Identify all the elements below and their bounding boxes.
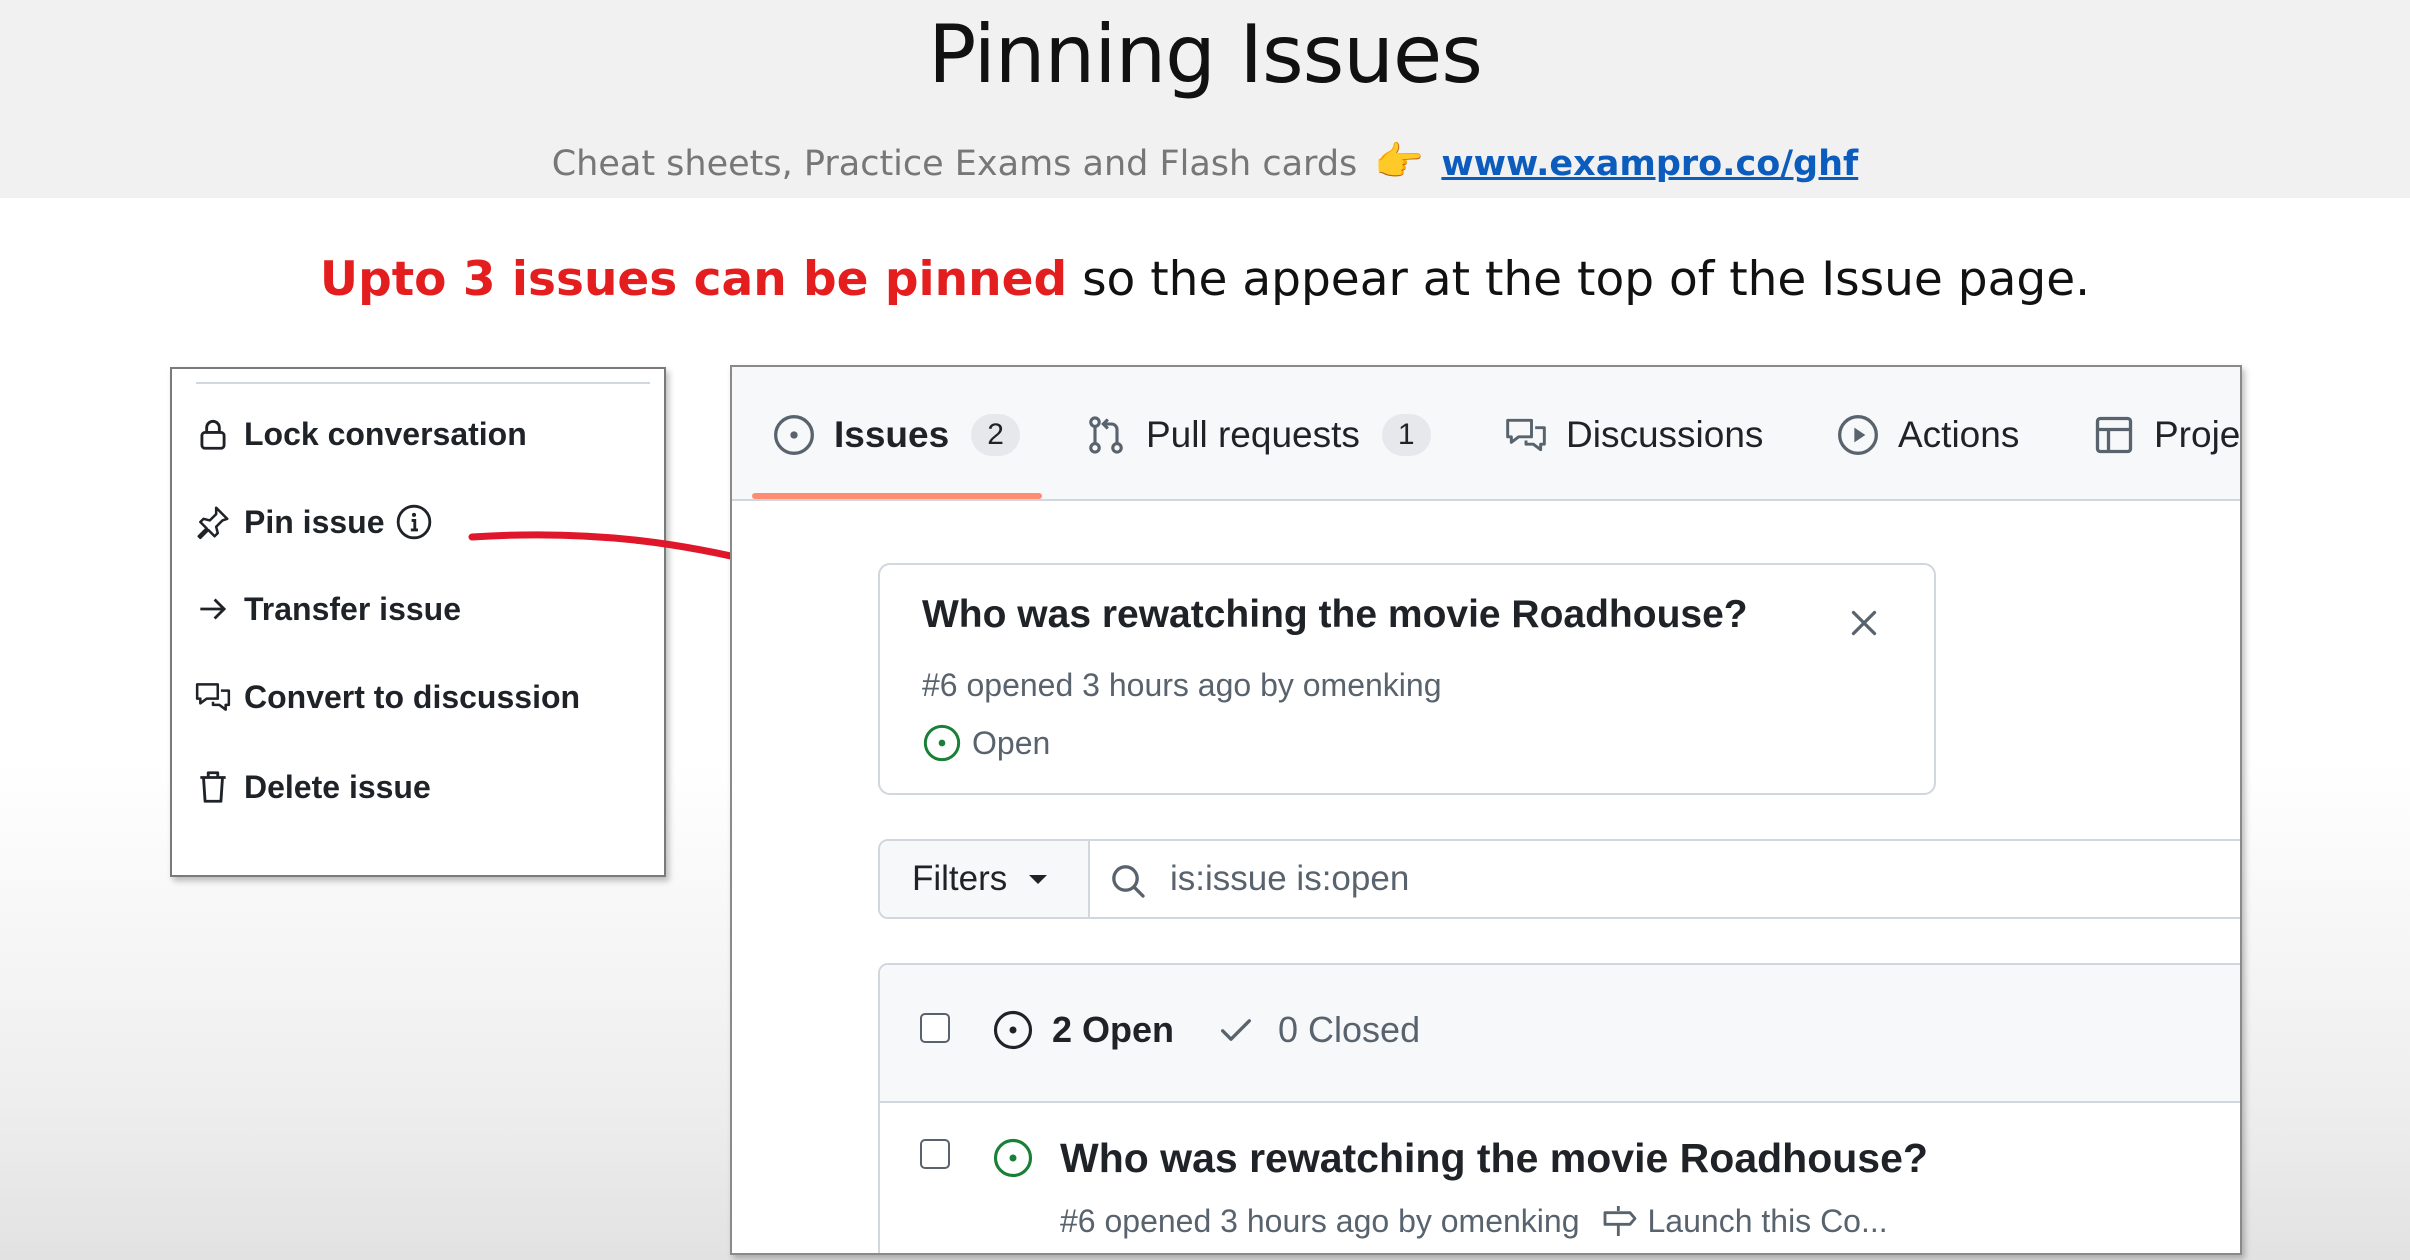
slide-title: Pinning Issues — [928, 8, 1483, 101]
issue-opened-icon — [923, 724, 961, 762]
play-icon — [1838, 415, 1878, 455]
table-icon — [2095, 416, 2133, 454]
menu-item-transfer-issue[interactable]: Transfer issue — [194, 584, 461, 634]
issue-filter-bar: Filters — [878, 839, 2240, 919]
slide-caption: Upto 3 issues can be pinned so the appea… — [0, 252, 2410, 307]
milestone-icon — [1603, 1206, 1636, 1236]
filters-button[interactable]: Filters — [880, 841, 1090, 917]
menu-item-convert-to-discussion[interactable]: Convert to discussion — [194, 672, 580, 722]
issue-opened-icon — [774, 415, 814, 455]
pinned-issue-card[interactable]: Who was rewatching the movie Roadhouse? … — [878, 563, 1936, 795]
issue-opened-icon — [993, 1138, 1033, 1178]
issue-row-checkbox[interactable] — [920, 1139, 950, 1169]
lock-icon — [200, 419, 226, 450]
menu-item-delete-issue[interactable]: Delete issue — [194, 762, 431, 812]
pinned-issue-status: Open — [922, 723, 1050, 763]
repo-tab-bar: Issues 2 Pull requests 1 Discussions Act… — [732, 367, 2240, 501]
discussion-icon — [195, 683, 231, 711]
select-all-checkbox[interactable] — [920, 1013, 950, 1043]
menu-item-label: Delete issue — [244, 768, 431, 805]
exampro-link[interactable]: www.exampro.co/ghf — [1441, 144, 1858, 184]
menu-item-label: Convert to discussion — [244, 678, 581, 715]
menu-item-label: Lock conversation — [244, 415, 527, 452]
info-icon[interactable] — [395, 503, 433, 541]
tab-discussions[interactable]: Discussions — [1504, 407, 1763, 463]
status-label: Open — [972, 724, 1051, 761]
active-tab-underline — [752, 493, 1042, 499]
issue-list: 2 Open 0 Closed Who was rewatching the m… — [878, 963, 2240, 1253]
tab-actions[interactable]: Actions — [1836, 407, 2019, 463]
menu-item-label: Pin issue — [244, 503, 385, 540]
subtitle-text: Cheat sheets, Practice Exams and Flash c… — [551, 144, 1358, 184]
tab-label: Issues — [834, 414, 950, 455]
issue-row-title[interactable]: Who was rewatching the movie Roadhouse? — [1060, 1135, 1928, 1182]
trash-icon — [200, 771, 226, 803]
close-icon[interactable] — [1846, 605, 1882, 641]
caption-highlight: Upto 3 issues can be pinned — [319, 252, 1068, 307]
search-icon — [1112, 865, 1145, 898]
issue-row-meta: #6 opened 3 hours ago by omenking Launch… — [1060, 1201, 1888, 1241]
issue-row-milestone[interactable]: Launch this Co... — [1648, 1203, 1888, 1240]
closed-issues-filter[interactable]: 0 Closed — [1216, 1009, 1420, 1051]
tab-label: Proje — [2154, 414, 2241, 455]
filters-label: Filters — [912, 859, 1008, 898]
check-icon — [1221, 1019, 1251, 1041]
pinned-issue-meta: #6 opened 3 hours ago by omenking — [922, 667, 1442, 703]
github-issues-panel: Issues 2 Pull requests 1 Discussions Act… — [730, 365, 2242, 1255]
issue-row-meta-text: #6 opened 3 hours ago by omenking — [1060, 1202, 1580, 1239]
pin-icon — [197, 506, 229, 540]
tab-label: Discussions — [1566, 414, 1764, 455]
menu-divider — [196, 382, 650, 384]
pinned-issue-title[interactable]: Who was rewatching the movie Roadhouse? — [922, 593, 1748, 637]
discussion-icon — [1506, 418, 1546, 452]
arrow-right-icon — [200, 598, 227, 620]
tab-projects[interactable]: Proje — [2092, 407, 2240, 463]
issue-opened-icon — [993, 1010, 1033, 1050]
slide-subtitle: Cheat sheets, Practice Exams and Flash c… — [0, 138, 2410, 185]
tab-issues[interactable]: Issues 2 — [772, 407, 1020, 463]
menu-item-pin-issue[interactable]: Pin issue — [194, 497, 433, 547]
open-count-label: 2 Open — [1052, 1009, 1175, 1050]
caption-rest: so the appear at the top of the Issue pa… — [1067, 252, 2091, 307]
tab-label: Actions — [1898, 414, 2020, 455]
menu-item-label: Transfer issue — [244, 590, 461, 627]
tab-count-badge: 1 — [1381, 414, 1431, 456]
menu-item-lock-conversation[interactable]: Lock conversation — [194, 409, 527, 459]
issue-list-header: 2 Open 0 Closed — [880, 965, 2240, 1103]
tab-pull-requests[interactable]: Pull requests 1 — [1084, 407, 1431, 463]
pointing-hand-icon: 👉 — [1374, 139, 1425, 185]
caret-down-icon — [1029, 874, 1048, 884]
tab-count-badge: 2 — [971, 414, 1020, 456]
tab-label: Pull requests — [1146, 414, 1360, 455]
pull-request-icon — [1089, 416, 1123, 454]
open-issues-filter[interactable]: 2 Open — [992, 1009, 1174, 1051]
closed-count-label: 0 Closed — [1278, 1009, 1421, 1050]
issue-search-input[interactable] — [1170, 853, 2070, 905]
